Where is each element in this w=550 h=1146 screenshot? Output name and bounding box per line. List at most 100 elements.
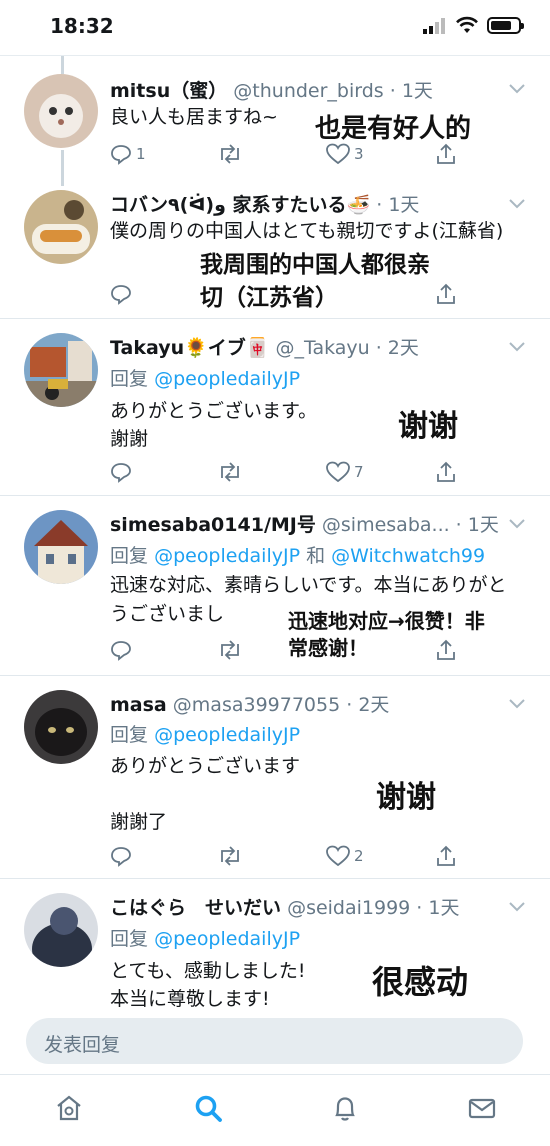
retweet-button[interactable] — [217, 460, 243, 484]
reply-prefix: 回复 — [110, 724, 149, 746]
cellular-signal-icon — [423, 18, 445, 34]
tweet-header: こはぐら せいだい @seidai1999 · 1天 — [110, 893, 500, 920]
chevron-down-icon[interactable] — [508, 341, 526, 353]
reply-context: 回复 @peopledailyJP — [110, 720, 300, 747]
share-button[interactable] — [435, 844, 457, 868]
user-name[interactable]: コバン٩(ᐛ)و 家系すたいる🍜 — [110, 194, 370, 216]
reply-context: 回复 @peopledailyJP 和 @Witchwatch99 — [110, 541, 485, 568]
tweet-5[interactable]: masa @masa39977055 · 2天 回复 @peopledailyJ… — [0, 676, 550, 879]
avatar[interactable] — [24, 190, 98, 264]
share-button[interactable] — [435, 638, 457, 662]
reply-button[interactable] — [110, 844, 132, 868]
chevron-down-icon[interactable] — [508, 901, 526, 913]
tweet-header: simesaba0141/MJ号 @simesaba... · 1天 — [110, 510, 500, 537]
notifications-icon[interactable] — [330, 1093, 360, 1123]
tweet-1[interactable]: mitsu（蜜） @thunder_birds · 1天 良い人も居ますね~ 也… — [0, 56, 550, 176]
reply-input[interactable]: 发表回复 — [26, 1018, 523, 1064]
user-handle-time: · 1天 — [376, 194, 420, 216]
reply-button[interactable] — [110, 282, 132, 306]
like-count: 7 — [354, 463, 364, 481]
tweet-actions: 1 3 — [110, 142, 460, 166]
share-icon — [437, 461, 455, 482]
user-handle-time: @masa39977055 · 2天 — [172, 694, 390, 716]
chevron-down-icon[interactable] — [508, 518, 526, 530]
status-bar: 18:32 — [0, 0, 550, 56]
reply-button[interactable] — [110, 460, 132, 484]
share-button[interactable] — [435, 460, 457, 484]
reply-icon — [111, 847, 131, 867]
messages-icon[interactable] — [467, 1093, 497, 1123]
like-count: 3 — [354, 145, 364, 163]
retweet-button[interactable] — [217, 142, 243, 166]
user-name[interactable]: Takayu🌻イブ🀄 — [110, 337, 269, 359]
chevron-down-icon[interactable] — [508, 83, 526, 95]
share-icon — [437, 639, 455, 660]
translation-overlay: 谢谢 — [374, 772, 438, 816]
user-handle-time: @thunder_birds · 1天 — [233, 80, 433, 102]
user-name[interactable]: こはぐら せいだい — [110, 897, 281, 919]
tweet-3[interactable]: Takayu🌻イブ🀄 @_Takayu · 2天 回复 @peopledaily… — [0, 319, 550, 496]
user-name[interactable]: simesaba0141/MJ号 — [110, 514, 316, 536]
user-name[interactable]: masa — [110, 694, 167, 716]
translation-overlay: 我周围的中国人都很亲 — [198, 249, 432, 281]
user-handle-time: @_Takayu · 2天 — [275, 337, 419, 359]
chevron-down-icon[interactable] — [508, 198, 526, 210]
tweet-text: ありがとうございます — [110, 755, 301, 777]
share-button[interactable] — [435, 142, 457, 166]
reply-button[interactable]: 1 — [110, 142, 146, 166]
reply-context: 回复 @peopledailyJP — [110, 364, 300, 391]
reply-button[interactable] — [110, 638, 132, 662]
user-name[interactable]: mitsu（蜜） — [110, 80, 227, 102]
avatar[interactable] — [24, 74, 98, 148]
mention-link[interactable]: @peopledailyJP — [154, 545, 300, 567]
mention-link[interactable]: @Witchwatch99 — [331, 545, 485, 567]
translation-overlay: 也是有好人的 — [313, 108, 474, 145]
tweet-actions: 2 — [110, 844, 460, 868]
reply-icon — [111, 463, 131, 483]
avatar[interactable] — [24, 510, 98, 584]
avatar[interactable] — [24, 690, 98, 764]
retweet-icon — [221, 846, 239, 866]
heart-icon — [326, 845, 350, 867]
like-count: 2 — [354, 847, 364, 865]
translation-overlay: 很感动 — [370, 957, 471, 1003]
reply-count: 1 — [136, 145, 146, 163]
reply-prefix: 回复 — [110, 928, 149, 950]
retweet-button[interactable] — [217, 638, 243, 662]
mention-link[interactable]: @peopledailyJP — [154, 368, 300, 390]
avatar[interactable] — [24, 893, 98, 967]
retweet-button[interactable] — [217, 844, 243, 868]
bottom-tab-bar — [0, 1074, 550, 1146]
tweet-text: 謝謝了 — [110, 811, 168, 833]
tweet-text: 僕の周りの中国人はとても親切ですよ(江蘇省) — [110, 220, 504, 242]
avatar[interactable] — [24, 333, 98, 407]
like-button[interactable]: 7 — [326, 460, 364, 484]
translation-overlay: 谢谢 — [396, 401, 460, 445]
share-button[interactable] — [435, 282, 457, 306]
reply-icon — [111, 285, 131, 305]
mention-link[interactable]: @peopledailyJP — [154, 724, 300, 746]
tweet-header: mitsu（蜜） @thunder_birds · 1天 — [110, 76, 500, 103]
tweet-actions — [110, 638, 460, 662]
home-icon[interactable] — [54, 1093, 84, 1123]
like-button[interactable]: 3 — [326, 142, 364, 166]
tweet-2[interactable]: コバン٩(ᐛ)و 家系すたいる🍜 · 1天 僕の周りの中国人はとても親切ですよ(… — [0, 176, 550, 319]
heart-icon — [326, 461, 350, 483]
tweet-actions — [110, 282, 460, 306]
retweet-icon — [221, 462, 239, 482]
reply-and: 和 — [306, 545, 326, 567]
reply-prefix: 回复 — [110, 368, 149, 390]
tweet-header: コバン٩(ᐛ)و 家系すたいる🍜 · 1天 — [110, 190, 500, 217]
wifi-icon — [456, 16, 478, 33]
like-button[interactable]: 2 — [326, 844, 364, 868]
chevron-down-icon[interactable] — [508, 698, 526, 710]
translation-overlay: 迅速地对应→很赞！非 — [286, 608, 487, 634]
heart-icon — [326, 143, 350, 165]
search-icon[interactable] — [193, 1093, 223, 1123]
tweet-4[interactable]: simesaba0141/MJ号 @simesaba... · 1天 回复 @p… — [0, 496, 550, 676]
mention-link[interactable]: @peopledailyJP — [154, 928, 300, 950]
tweet-header: masa @masa39977055 · 2天 — [110, 690, 500, 717]
retweet-icon — [221, 640, 239, 660]
share-icon — [437, 143, 455, 164]
battery-icon — [487, 17, 524, 34]
